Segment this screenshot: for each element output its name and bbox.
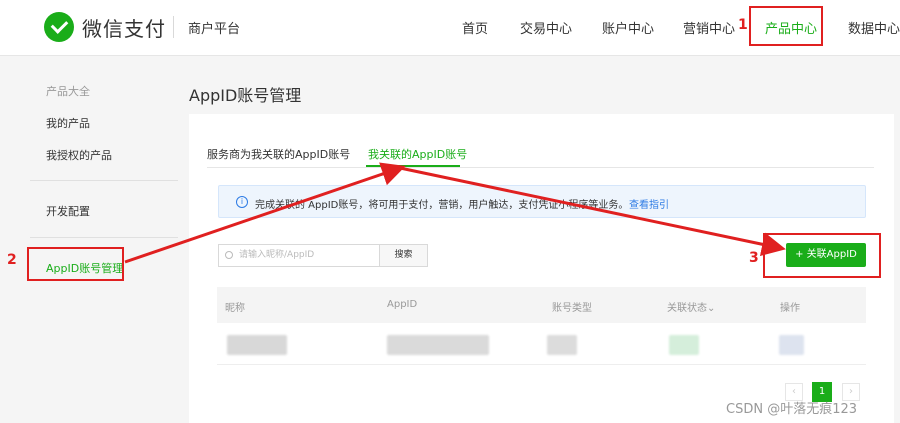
search-button[interactable]: 搜索: [379, 244, 428, 267]
annotation-number-3: 3: [749, 250, 759, 266]
blurred-link-status: [669, 335, 699, 355]
platform-name: 商户平台: [188, 22, 241, 37]
annotation-box-sidebar: [27, 247, 124, 281]
sidebar-divider: [30, 180, 178, 181]
info-notice: i 完成关联的 AppID账号，将可用于支付，营销，用户触达，支付凭证小程序等业…: [218, 185, 866, 218]
blurred-nickname: [227, 335, 287, 355]
sidebar-item-my-products[interactable]: 我的产品: [46, 115, 90, 131]
annotation-number-2: 2: [7, 252, 17, 268]
tab-provider-linked-appid[interactable]: 服务商为我关联的AppID账号: [207, 146, 350, 162]
brand-divider: [173, 16, 174, 38]
annotation-box-add-button: [763, 233, 881, 278]
table-row: [217, 323, 866, 365]
column-account-type: 账号类型: [552, 303, 592, 314]
wechat-pay-logo-icon: [44, 12, 74, 42]
search-icon: [225, 251, 233, 259]
brand-name: 微信支付: [82, 16, 166, 41]
blurred-appid: [387, 335, 489, 355]
info-icon: i: [236, 196, 248, 208]
annotation-number-1: 1: [738, 17, 748, 33]
sidebar-item-dev-config[interactable]: 开发配置: [46, 203, 90, 219]
column-actions: 操作: [780, 303, 800, 314]
tab-divider: [207, 167, 874, 168]
nav-account-center[interactable]: 账户中心: [602, 18, 654, 37]
blurred-account-type: [547, 335, 577, 355]
notice-text: 完成关联的 AppID账号，将可用于支付，营销，用户触达，支付凭证小程序等业务。: [255, 200, 629, 211]
wechat-pay-logo[interactable]: 微信支付: [44, 12, 166, 42]
column-appid: AppID: [387, 299, 418, 310]
search-placeholder: 请输入昵称/AppID: [239, 250, 315, 260]
sidebar-item-authorized-products[interactable]: 我授权的产品: [46, 147, 112, 163]
nav-marketing-center[interactable]: 营销中心: [683, 18, 735, 37]
table-header: 昵称 AppID 账号类型 关联状态⌄ 操作: [217, 287, 866, 323]
search-input[interactable]: 请输入昵称/AppID: [218, 244, 380, 267]
blurred-action[interactable]: [779, 335, 804, 355]
tab-my-linked-appid[interactable]: 我关联的AppID账号: [368, 146, 467, 162]
sidebar: 产品大全 我的产品 我授权的产品 开发配置 AppID账号管理: [0, 57, 190, 423]
column-link-status[interactable]: 关联状态⌄: [667, 299, 715, 314]
nav-home[interactable]: 首页: [462, 18, 488, 37]
annotation-box-nav: [749, 6, 823, 46]
active-tab-indicator: [366, 165, 460, 167]
sidebar-divider: [30, 237, 178, 238]
nav-trade-center[interactable]: 交易中心: [520, 18, 572, 37]
csdn-watermark: CSDN @叶落无痕123: [726, 402, 858, 417]
sidebar-heading: 产品大全: [46, 85, 90, 98]
view-guide-link[interactable]: 查看指引: [629, 196, 669, 211]
nav-data-center[interactable]: 数据中心: [848, 18, 900, 37]
column-nickname: 昵称: [225, 303, 245, 314]
page-title: AppID账号管理: [189, 86, 302, 105]
